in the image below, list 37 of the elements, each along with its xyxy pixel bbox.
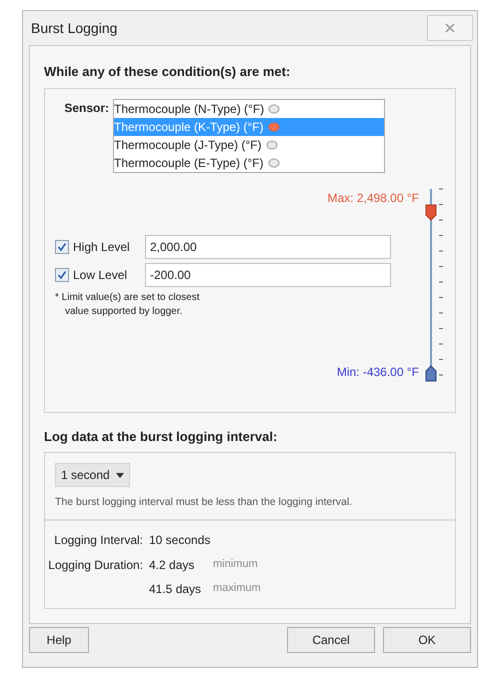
- section-heading: Log data at the burst logging interval:: [44, 428, 278, 446]
- limit-note: value supported by logger.: [64, 304, 184, 318]
- section-heading: While any of these condition(s) are met:: [44, 63, 292, 81]
- check-icon: [57, 270, 67, 280]
- sensor-label: Sensor:: [63, 100, 109, 116]
- close-icon: [445, 23, 455, 33]
- help-button[interactable]: Help: [29, 627, 89, 653]
- limit-checkbox[interactable]: [55, 268, 69, 282]
- limit-field[interactable]: 2,000.00: [145, 234, 391, 258]
- sensor-icon: [268, 158, 280, 168]
- duration-qualifier: maximum: [213, 580, 261, 596]
- interval-label: Logging Interval:: [53, 532, 144, 549]
- sensor-item[interactable]: Thermocouple (N-Type) (°F): [114, 100, 384, 118]
- ok-button[interactable]: OK: [383, 627, 471, 653]
- max-label: Max: 2,498.00 °F: [327, 190, 419, 206]
- interval-value: 10 seconds: [149, 532, 212, 549]
- sensor-item[interactable]: Thermocouple (J-Type) (°F): [114, 136, 384, 154]
- sensor-icon: [268, 104, 280, 114]
- sensor-icon: [266, 140, 278, 150]
- limit-field[interactable]: -200.00: [145, 262, 391, 286]
- sensor-icon: [268, 122, 280, 132]
- duration-label: Logging Duration:: [47, 556, 144, 574]
- limit-label: Low Level: [73, 266, 128, 284]
- interval-note: The burst logging interval must be less than the logging interval.: [55, 495, 354, 510]
- duration-qualifier: minimum: [213, 556, 258, 572]
- window-title: Burst Logging: [31, 18, 118, 38]
- sensor-item[interactable]: Thermocouple (E-Type) (°F): [114, 154, 384, 172]
- limit-checkbox[interactable]: [55, 240, 69, 254]
- min-label: Min: -436.00 °F: [336, 364, 419, 380]
- duration-value: 4.2 days: [149, 556, 196, 574]
- check-icon: [57, 242, 67, 252]
- duration-value: 41.5 days: [149, 580, 202, 598]
- caret-icon: [116, 472, 124, 478]
- interval-dropdown[interactable]: 1 second: [55, 463, 130, 487]
- limit-label: High Level: [73, 238, 131, 256]
- limit-note: * Limit value(s) are set to closest: [55, 290, 200, 304]
- cancel-button[interactable]: Cancel: [287, 627, 375, 653]
